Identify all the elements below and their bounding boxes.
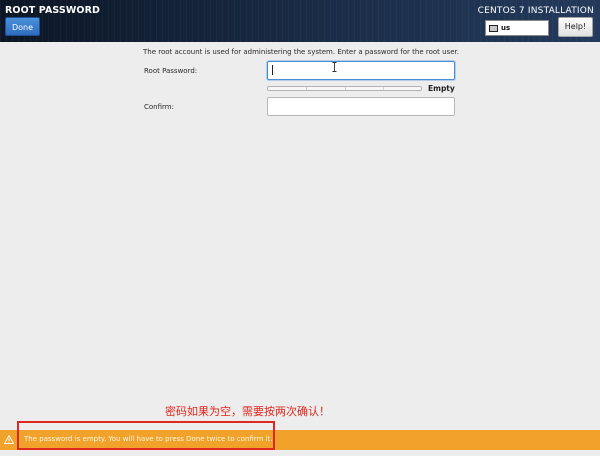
password-strength-bar [267, 86, 422, 91]
strength-bar-tick [344, 87, 346, 90]
confirm-password-input[interactable] [267, 97, 455, 116]
annotation-note: 密码如果为空，需要按两次确认！ [165, 405, 330, 418]
ibeam-cursor-icon [332, 62, 337, 72]
root-password-input[interactable] [267, 61, 455, 80]
done-button[interactable]: Done [5, 17, 40, 36]
root-password-label: Root Password: [144, 67, 198, 75]
keyboard-layout-indicator[interactable]: us [485, 20, 549, 36]
strength-bar-tick [382, 87, 384, 90]
installation-title: CENTOS 7 INSTALLATION [477, 6, 594, 16]
keyboard-layout-value: us [501, 24, 511, 32]
strength-bar-tick [306, 87, 308, 90]
password-strength-label: Empty [428, 84, 455, 93]
top-header: ROOT PASSWORD CENTOS 7 INSTALLATION Done… [0, 0, 600, 42]
text-caret [272, 65, 273, 75]
confirm-password-label: Confirm: [144, 103, 174, 111]
page-title: ROOT PASSWORD [5, 5, 101, 16]
help-button[interactable]: Help! [558, 17, 593, 37]
highlight-box [17, 421, 275, 450]
warning-icon [4, 435, 14, 444]
keyboard-icon [489, 24, 498, 32]
root-account-description: The root account is used for administeri… [143, 48, 459, 56]
